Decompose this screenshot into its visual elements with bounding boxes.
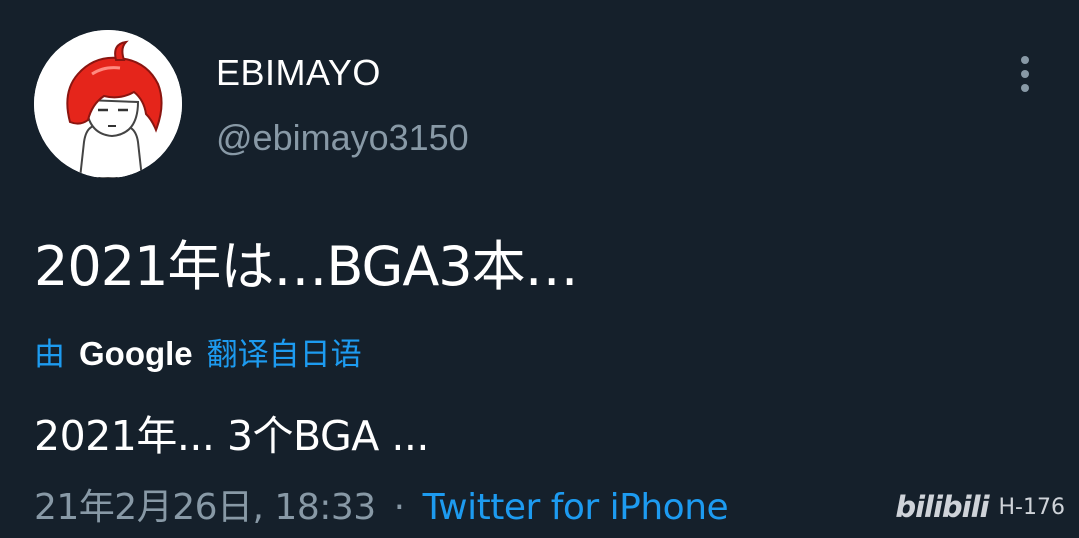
- tweet-text: 2021年は…BGA3本…: [34, 235, 579, 298]
- translate-from-label: 翻译自日语: [206, 337, 362, 373]
- watermark-code: H-176: [998, 494, 1065, 520]
- translate-by-label: 由: [34, 337, 65, 373]
- avatar[interactable]: [34, 30, 182, 178]
- meta-separator: ·: [393, 487, 405, 528]
- tweet-card: EBIMAYO @ebimayo3150 2021年は…BGA3本… 由 Goog…: [0, 0, 1079, 538]
- source-link[interactable]: Twitter for iPhone: [423, 487, 729, 528]
- timestamp[interactable]: 21年2月26日, 18:33: [34, 487, 376, 528]
- user-handle[interactable]: @ebimayo3150: [216, 117, 469, 159]
- bilibili-logo: bilibili: [895, 490, 989, 524]
- tweet-meta: 21年2月26日, 18:33 · Twitter for iPhone: [34, 478, 729, 530]
- translation-attribution[interactable]: 由 Google 翻译自日语: [34, 329, 362, 374]
- google-logo: Google: [79, 335, 193, 372]
- watermark: bilibili H-176: [895, 490, 1065, 524]
- translated-text: 2021年... 3个BGA ...: [34, 412, 429, 460]
- more-vertical-icon: [1021, 56, 1029, 92]
- avatar-image: [34, 30, 182, 178]
- display-name[interactable]: EBIMAYO: [216, 52, 381, 94]
- more-options-button[interactable]: [1006, 52, 1044, 96]
